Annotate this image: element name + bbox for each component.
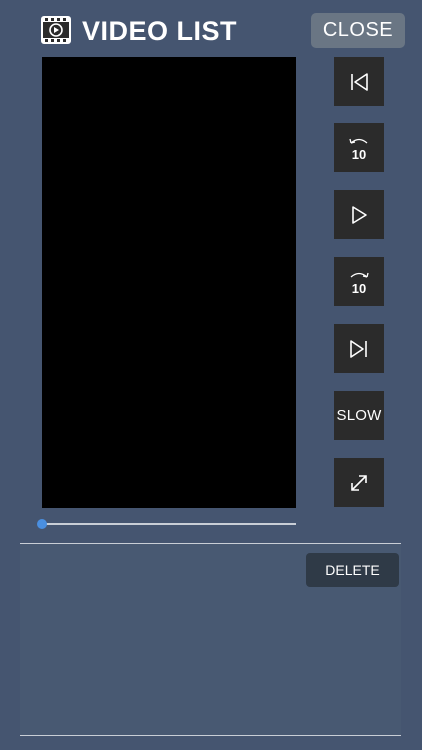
video-list-screen: VIDEO LIST CLOSE 10 10 SLOW DELETE <box>0 0 422 750</box>
fullscreen-button[interactable] <box>334 458 384 507</box>
rewind-10-button[interactable]: 10 <box>334 123 384 172</box>
play-icon <box>352 205 367 224</box>
close-button[interactable]: CLOSE <box>311 13 405 48</box>
page-title: VIDEO LIST <box>82 16 238 46</box>
delete-button[interactable]: DELETE <box>306 553 399 587</box>
forward-10-button[interactable]: 10 <box>334 257 384 306</box>
skip-to-start-button[interactable] <box>334 57 384 106</box>
rewind-10-icon: 10 <box>349 138 368 162</box>
slow-label: SLOW <box>336 407 382 424</box>
video-file-icon <box>41 16 71 44</box>
expand-icon <box>351 474 367 491</box>
skip-to-end-icon <box>350 339 367 358</box>
forward-10-icon: 10 <box>350 272 369 296</box>
seek-bar[interactable] <box>42 523 296 525</box>
video-player[interactable] <box>42 57 296 508</box>
play-button[interactable] <box>334 190 384 239</box>
skip-to-end-button[interactable] <box>334 324 384 373</box>
rewind-10-label: 10 <box>352 147 366 162</box>
forward-10-label: 10 <box>352 281 366 296</box>
seek-thumb[interactable] <box>37 519 47 529</box>
skip-to-start-icon <box>351 72 368 91</box>
divider <box>20 735 401 736</box>
slow-button[interactable]: SLOW <box>334 391 384 440</box>
